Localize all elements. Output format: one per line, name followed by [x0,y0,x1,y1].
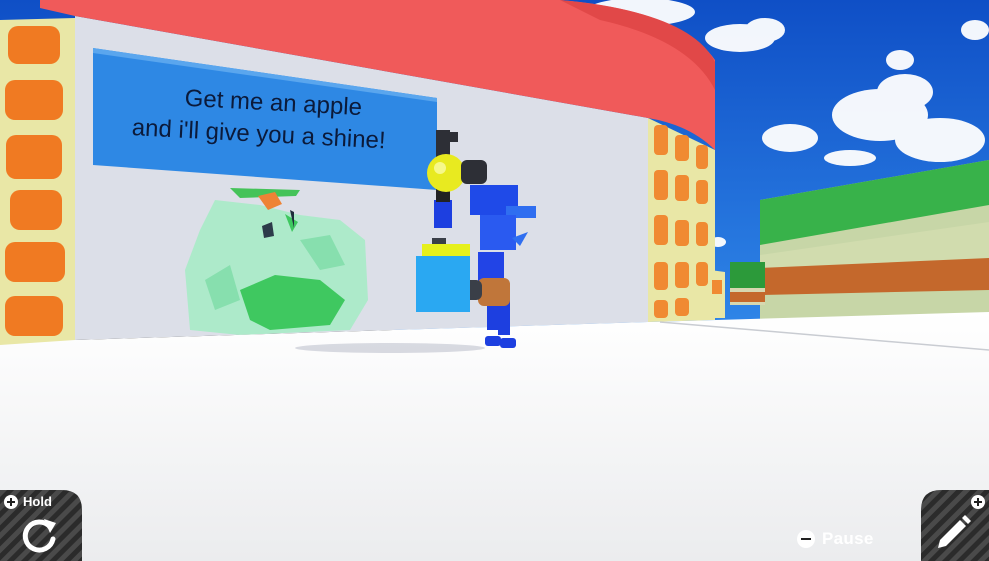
pillar-left [0,18,75,345]
pause-label: Pause [822,529,874,548]
game-viewport: Get me an apple and i'll give you a shin… [0,0,989,561]
rotate-icon [22,519,56,553]
pencil-icon [938,515,971,548]
sign-text: Get me an apple and i'll give you a shin… [88,48,437,206]
minus-button-icon [797,530,815,548]
hold-label: Hold [23,494,52,509]
pause-button[interactable]: Pause [797,527,874,551]
ground-floor [0,312,989,561]
